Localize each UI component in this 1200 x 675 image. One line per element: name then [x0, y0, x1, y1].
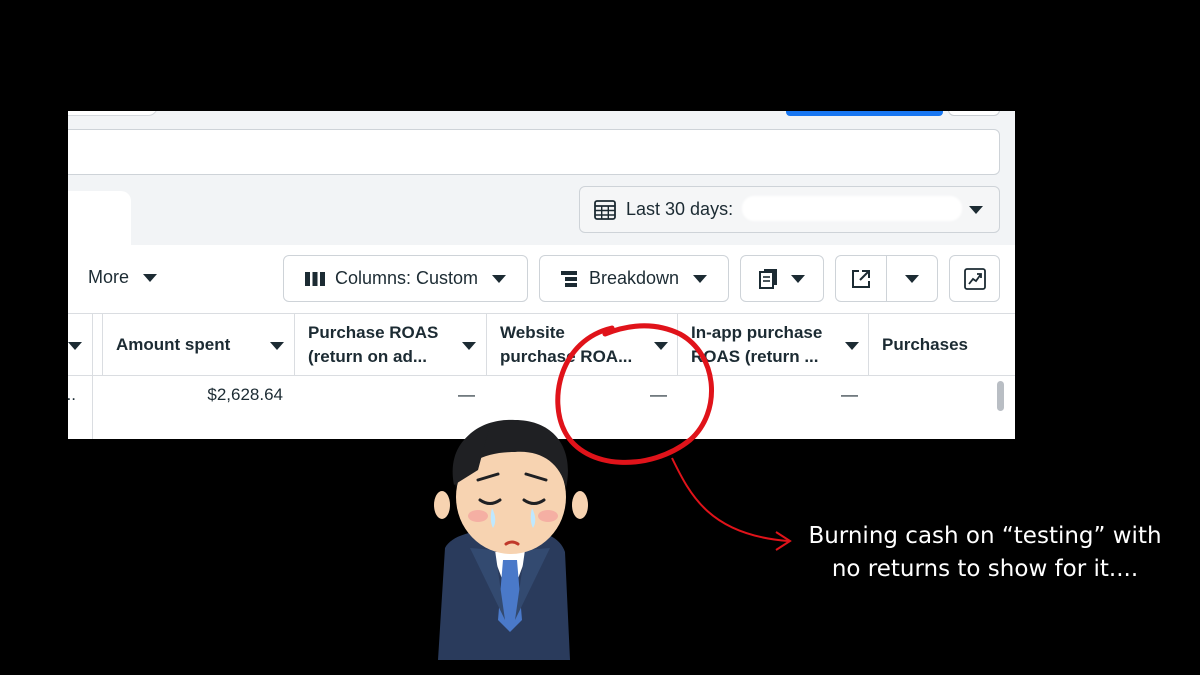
highlight-circle	[555, 323, 714, 465]
caption-line-2: no returns to show for it....	[831, 556, 1139, 582]
annotation-caption: Burning cash on “testing” with no return…	[790, 520, 1180, 586]
caption-line-1: Burning cash on “testing” with	[808, 523, 1162, 549]
annotation-arrow	[671, 457, 789, 542]
sad-businessman-icon	[434, 419, 588, 660]
